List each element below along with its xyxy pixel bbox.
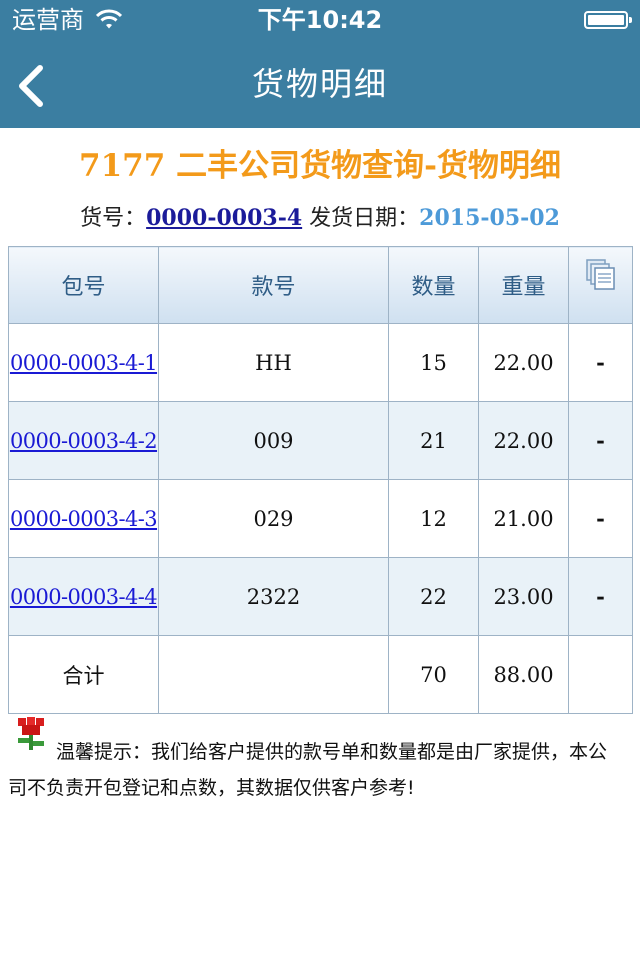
- status-time: 下午10:42: [257, 6, 383, 34]
- qty-cell: 15: [388, 323, 479, 402]
- shipment-no-link[interactable]: 0000-0003-4: [146, 205, 302, 231]
- pkg-cell: 0000-0003-4-4: [8, 557, 159, 636]
- qty-cell: 12: [388, 479, 479, 558]
- pkg-cell: 0000-0003-4-2: [8, 401, 159, 480]
- weight-cell: 22.00: [478, 323, 569, 402]
- table-row: 0000-0003-4-3 029 12 21.00 -: [8, 479, 633, 558]
- shipment-no-label: 货号：: [80, 206, 147, 231]
- row-action[interactable]: -: [568, 323, 633, 402]
- pkg-link[interactable]: 0000-0003-4-1: [10, 351, 158, 375]
- weight-cell: 23.00: [478, 557, 569, 636]
- weight-cell: 22.00: [478, 401, 569, 480]
- total-style: [158, 635, 389, 714]
- page-title: 货物明细: [251, 65, 388, 103]
- table-header-row: 包号 款号 数量 重量: [8, 246, 633, 324]
- table-row: 0000-0003-4-4 2322 22 23.00 -: [8, 557, 633, 636]
- total-empty: [568, 635, 633, 714]
- total-row: 合计 70 88.00: [8, 635, 633, 714]
- row-action[interactable]: -: [568, 401, 633, 480]
- style-cell: HH: [158, 323, 389, 402]
- pkg-cell: 0000-0003-4-3: [8, 479, 159, 558]
- report-heading: 7177 二丰公司货物查询-货物明细: [79, 148, 561, 184]
- ship-date-value: 2015-05-02: [419, 205, 560, 231]
- style-cell: 009: [158, 401, 389, 480]
- row-action[interactable]: -: [568, 557, 633, 636]
- header-copy[interactable]: [568, 246, 633, 324]
- battery-icon: [584, 11, 632, 29]
- shipment-info: 货号：0000-0003-4 发货日期：2015-05-02: [0, 200, 640, 237]
- pkg-link[interactable]: 0000-0003-4-3: [10, 507, 158, 531]
- qty-cell: 21: [388, 401, 479, 480]
- qty-cell: 22: [388, 557, 479, 636]
- copy-icon[interactable]: [585, 258, 616, 291]
- top-bar: 运营商 下午10:42 货物明细: [0, 0, 640, 128]
- tip-text: 温馨提示：我们给客户提供的款号单和数量都是由厂家提供，本公司不负责开包登记和点数…: [8, 741, 608, 799]
- row-action[interactable]: -: [568, 479, 633, 558]
- ship-date-label: 发货日期：: [309, 206, 420, 231]
- navigation-bar: 货物明细: [0, 40, 640, 128]
- header-qty: 数量: [388, 246, 479, 324]
- style-cell: 2322: [158, 557, 389, 636]
- table-row: 0000-0003-4-2 009 21 22.00 -: [8, 401, 633, 480]
- pkg-link[interactable]: 0000-0003-4-4: [10, 585, 158, 609]
- style-cell: 029: [158, 479, 389, 558]
- header-style: 款号: [158, 246, 389, 324]
- pkg-cell: 0000-0003-4-1: [8, 323, 159, 402]
- total-weight: 88.00: [478, 635, 569, 714]
- status-bar: 运营商 下午10:42: [0, 0, 640, 40]
- weight-cell: 21.00: [478, 479, 569, 558]
- pkg-link[interactable]: 0000-0003-4-2: [10, 429, 158, 453]
- goods-table: 包号 款号 数量 重量 0000-0003-4-1 HH 15 22.00 - …: [8, 246, 633, 714]
- header-pkg: 包号: [8, 246, 159, 324]
- table-row: 0000-0003-4-1 HH 15 22.00 -: [8, 323, 633, 402]
- total-qty: 70: [388, 635, 479, 714]
- header-weight: 重量: [478, 246, 569, 324]
- total-label: 合计: [8, 635, 159, 714]
